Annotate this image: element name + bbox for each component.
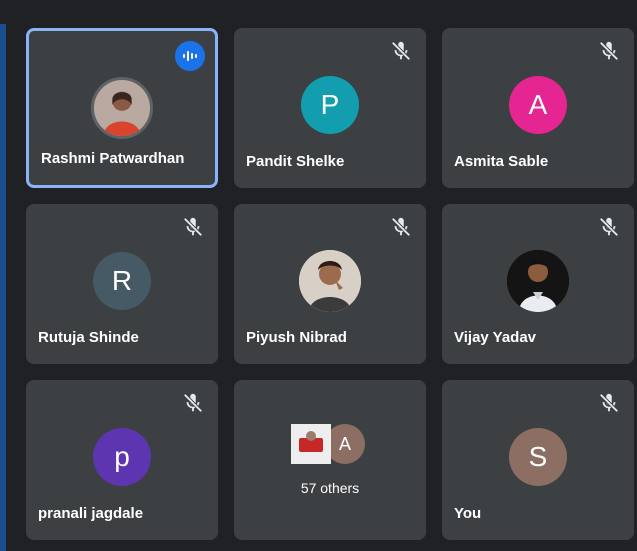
others-avatar-stack: A	[291, 424, 369, 466]
speaking-indicator	[175, 41, 205, 71]
avatar-photo	[507, 250, 569, 312]
person-photo-icon	[507, 250, 569, 312]
mic-off-icon	[599, 41, 619, 61]
person-photo-icon	[291, 424, 331, 464]
avatar-initial: R	[93, 252, 151, 310]
participant-tile-piyush[interactable]: Piyush Nibrad	[234, 204, 426, 364]
avatar-initial: S	[509, 428, 567, 486]
participant-tile-asmita[interactable]: A Asmita Sable	[442, 28, 634, 188]
meeting-stage: Rashmi Patwardhan P Pandit Shelke A Asmi…	[0, 0, 637, 551]
person-photo-icon	[94, 80, 150, 136]
avatar-photo	[291, 424, 331, 464]
participant-name: Asmita Sable	[454, 153, 549, 170]
participant-name: Rashmi Patwardhan	[41, 150, 185, 167]
participant-tile-pandit[interactable]: P Pandit Shelke	[234, 28, 426, 188]
others-tile[interactable]: A 57 others	[234, 380, 426, 540]
participant-tile-vijay[interactable]: Vijay Yadav	[442, 204, 634, 364]
participant-name: pranali jagdale	[38, 505, 144, 522]
person-photo-icon	[299, 250, 361, 312]
participant-name: Rutuja Shinde	[38, 329, 139, 346]
side-panel-edge	[0, 24, 6, 551]
avatar-initial: p	[93, 428, 151, 486]
avatar-photo	[91, 77, 153, 139]
participant-grid: Rashmi Patwardhan P Pandit Shelke A Asmi…	[26, 28, 637, 551]
participant-tile-self[interactable]: S You	[442, 380, 634, 540]
mic-off-icon	[391, 217, 411, 237]
avatar-initial: P	[301, 76, 359, 134]
avatar-initial: A	[509, 76, 567, 134]
mic-off-icon	[183, 393, 203, 413]
mic-off-icon	[183, 217, 203, 237]
mic-off-icon	[391, 41, 411, 61]
participant-name: You	[454, 505, 482, 522]
participant-name: Piyush Nibrad	[246, 329, 347, 346]
participant-name: Vijay Yadav	[454, 329, 537, 346]
participant-tile-rashmi[interactable]: Rashmi Patwardhan	[26, 28, 218, 188]
mic-off-icon	[599, 217, 619, 237]
others-count-label: 57 others	[300, 480, 360, 496]
audio-wave-icon	[183, 51, 197, 61]
participant-tile-pranali[interactable]: p pranali jagdale	[26, 380, 218, 540]
avatar-initial: A	[325, 424, 365, 464]
avatar-photo	[299, 250, 361, 312]
participant-tile-rutuja[interactable]: R Rutuja Shinde	[26, 204, 218, 364]
participant-name: Pandit Shelke	[246, 153, 345, 170]
mic-off-icon	[599, 393, 619, 413]
